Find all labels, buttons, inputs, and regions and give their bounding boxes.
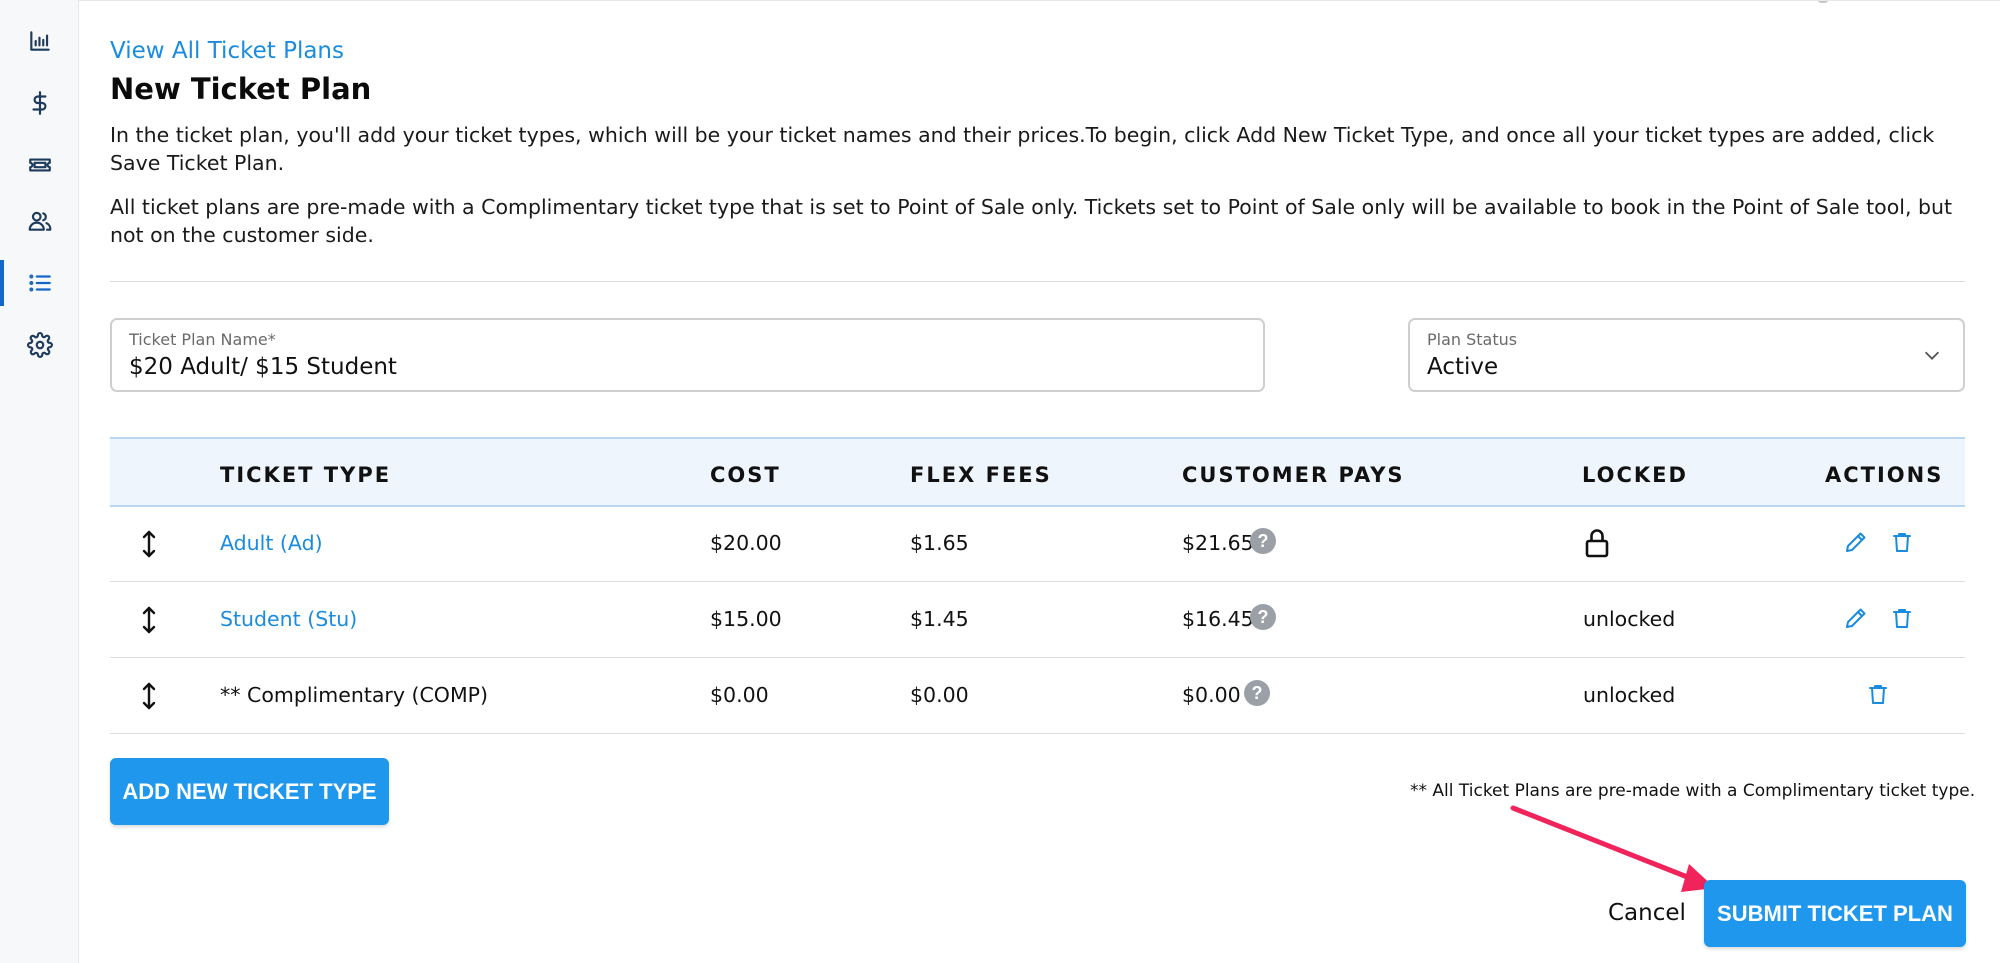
divider	[110, 281, 1965, 282]
flex-fees-value: $0.00	[910, 683, 969, 707]
ticket-icon	[28, 158, 51, 172]
help-icon[interactable]: ?	[1250, 604, 1276, 630]
column-header-ticket-type: TICKET TYPE	[220, 463, 392, 487]
top-edge-mark	[1818, 0, 1828, 3]
complimentary-info-paragraph: All ticket plans are pre-made with a Com…	[110, 195, 1953, 247]
dollar-icon	[31, 91, 46, 115]
complimentary-note: ** All Ticket Plans are pre-made with a …	[1410, 781, 1976, 801]
drag-handle-icon[interactable]	[140, 681, 158, 711]
gear-icon	[26, 332, 53, 358]
customer-pays-value: $16.45	[1182, 607, 1254, 631]
ticket-plan-name-field[interactable]: Ticket Plan Name*	[110, 318, 1265, 392]
help-icon[interactable]: ?	[1250, 528, 1276, 554]
top-border	[79, 0, 2000, 1]
plan-status-select[interactable]: Plan Status Active	[1408, 318, 1965, 392]
locked-status: unlocked	[1583, 607, 1676, 631]
customer-pays-value: $21.65	[1182, 531, 1254, 555]
ticket-plan-name-label: Ticket Plan Name*	[129, 330, 276, 349]
column-header-customer-pays: CUSTOMER PAYS	[1182, 463, 1405, 487]
ticket-plan-name-input[interactable]	[129, 354, 1229, 380]
cost-value: $15.00	[710, 607, 782, 631]
cost-value: $0.00	[710, 683, 769, 707]
column-header-actions: ACTIONS	[1825, 463, 1944, 487]
sidebar-item-finance[interactable]	[0, 80, 79, 126]
ticket-type-name: ** Complimentary (COMP)	[220, 683, 488, 707]
table-row: Student (Stu) $15.00 $1.45 $16.45 ? unlo…	[110, 583, 1965, 658]
cancel-button[interactable]: Cancel	[1608, 900, 1686, 926]
view-all-ticket-plans-link[interactable]: View All Ticket Plans	[110, 38, 344, 64]
delete-icon[interactable]	[1890, 605, 1914, 631]
sidebar-item-reports[interactable]	[0, 18, 79, 64]
edit-icon[interactable]	[1844, 529, 1868, 555]
intro-paragraph: In the ticket plan, you'll add your tick…	[110, 123, 1935, 175]
sidebar	[0, 0, 79, 963]
delete-icon[interactable]	[1890, 529, 1914, 555]
ticket-types-table-header: TICKET TYPE COST FLEX FEES CUSTOMER PAYS…	[110, 437, 1965, 507]
submit-ticket-plan-button[interactable]: SUBMIT TICKET PLAN	[1704, 880, 1966, 947]
list-icon	[28, 274, 51, 292]
delete-icon[interactable]	[1866, 681, 1890, 707]
edit-icon[interactable]	[1844, 605, 1868, 631]
plan-status-label: Plan Status	[1427, 330, 1518, 349]
cost-value: $20.00	[710, 531, 782, 555]
annotation-arrow-icon	[1510, 805, 1715, 892]
help-icon[interactable]: ?	[1244, 680, 1270, 706]
sidebar-item-users[interactable]	[0, 198, 79, 244]
column-header-flex-fees: FLEX FEES	[910, 463, 1052, 487]
flex-fees-value: $1.65	[910, 531, 969, 555]
ticket-type-link[interactable]: Adult (Ad)	[220, 531, 323, 555]
add-new-ticket-type-button[interactable]: ADD NEW TICKET TYPE	[110, 758, 389, 825]
table-row: ** Complimentary (COMP) $0.00 $0.00 $0.0…	[110, 659, 1965, 734]
page-title: New Ticket Plan	[110, 72, 372, 106]
bar-chart-icon	[29, 31, 50, 51]
ticket-type-link[interactable]: Student (Stu)	[220, 607, 357, 631]
customer-pays-value: $0.00	[1182, 683, 1241, 707]
plan-status-value: Active	[1427, 354, 1499, 380]
lock-icon	[1583, 527, 1611, 559]
flex-fees-value: $1.45	[910, 607, 969, 631]
table-row: Adult (Ad) $20.00 $1.65 $21.65 ?	[110, 507, 1965, 582]
column-header-locked: LOCKED	[1582, 463, 1688, 487]
sidebar-item-settings[interactable]	[0, 322, 79, 368]
drag-handle-icon[interactable]	[140, 529, 158, 559]
sidebar-item-tickets[interactable]	[0, 142, 79, 188]
drag-handle-icon[interactable]	[140, 605, 158, 635]
users-icon	[28, 211, 51, 231]
chevron-down-icon	[1921, 344, 1943, 366]
sidebar-item-ticket-plans[interactable]	[0, 260, 79, 306]
column-header-cost: COST	[710, 463, 781, 487]
locked-status: unlocked	[1583, 683, 1676, 707]
